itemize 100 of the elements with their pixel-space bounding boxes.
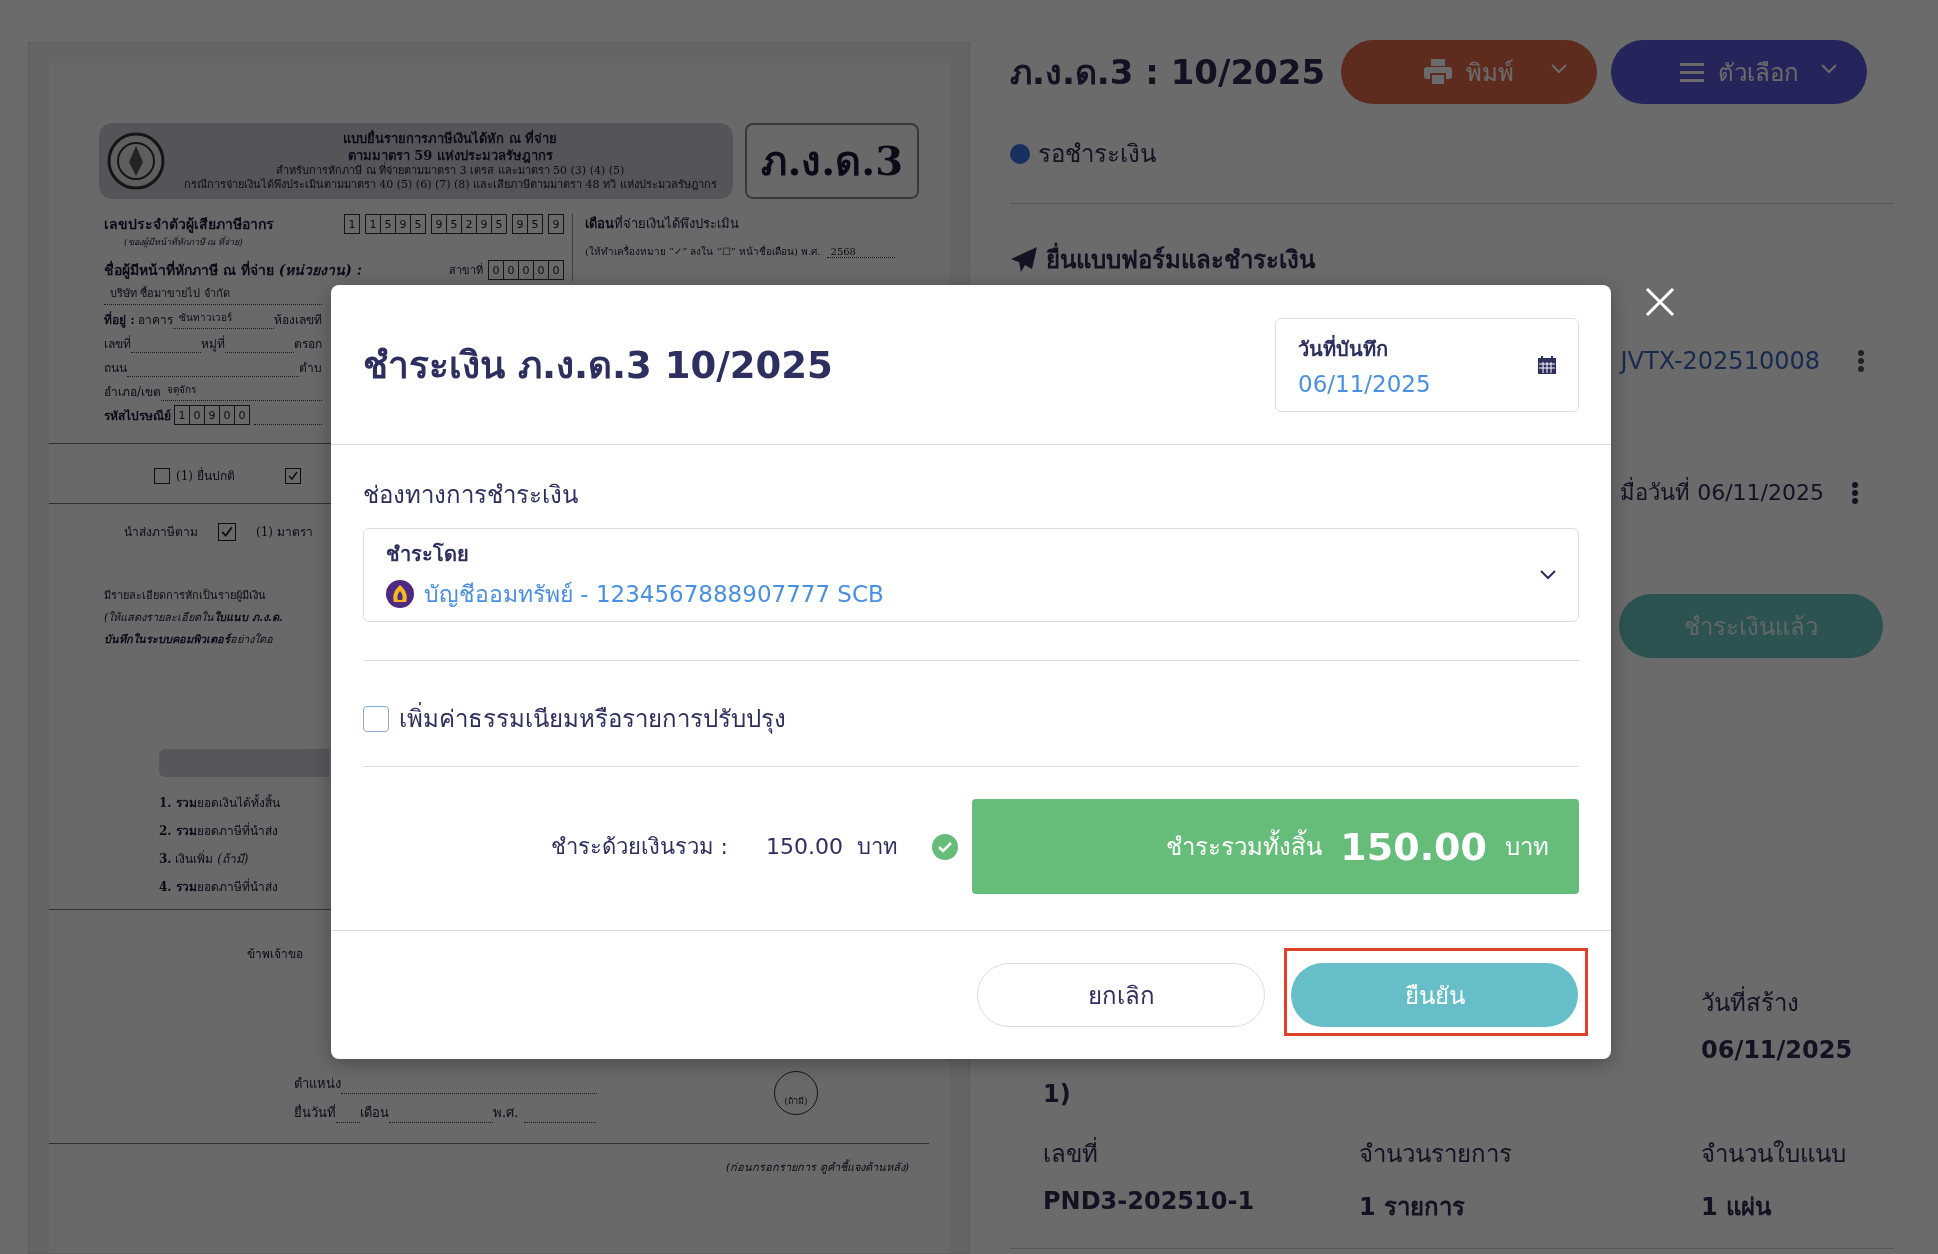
filed-date-label: ยื่นวันที่ [294, 1103, 336, 1122]
address-value: ซันทาวเวอร์ [173, 312, 274, 329]
paid-total-label: ชำระด้วยเงินรวม : [549, 833, 728, 861]
confirm-button[interactable]: ยืนยัน [1291, 963, 1578, 1027]
address-label: ตำบ [299, 360, 322, 377]
field-value: PND3-202510-1 [1043, 1187, 1256, 1215]
address-label: ตรอก [294, 336, 322, 353]
printer-icon [1424, 59, 1453, 85]
digit-field: 0 [488, 260, 504, 280]
details-text: มีรายละเอียดการหักเป็นรายผู้มีเงิน [104, 587, 266, 604]
payer-name: บริษัท ซื้อมาขายไป จำกัด [104, 288, 322, 305]
adjustment-checkbox[interactable] [363, 705, 389, 732]
paid-total-amount: 150.00 [766, 834, 843, 859]
options-button[interactable]: ตัวเลือก [1611, 40, 1868, 104]
digit-field: 0 [234, 405, 250, 425]
digit-field: 1 [174, 405, 190, 425]
digit-field: 1 [344, 214, 360, 234]
grand-total-amount: 150.00 [1340, 824, 1487, 869]
details-text: (ให้แสดงรายละเอียดในใบแนบ ภ.ง.ด. [104, 610, 283, 626]
chevron-down-icon [1821, 64, 1838, 74]
digit-field: 9 [548, 214, 564, 234]
address-label: ที่อยู่ : อาคาร [104, 310, 174, 329]
section-title: ยื่นแบบฟอร์มและชำระเงิน [1046, 240, 1315, 279]
digit-field: 5 [446, 214, 462, 234]
chevron-down-icon [1551, 64, 1568, 74]
form-footnote: (ก่อนกรอกรายการ ดูคำชี้แจงด้านหลัง) [725, 1161, 909, 1174]
summary-item: 2. รวมยอดภาษีที่นำส่ง [159, 824, 278, 838]
digit-field: 5 [491, 214, 507, 234]
adjustment-label: เพิ่มค่าธรรมเนียมหรือรายการปรับปรุง [399, 699, 786, 738]
address-value: จตุจักร [161, 384, 322, 401]
digit-field: 2 [461, 214, 477, 234]
text-fragment: 1) [1043, 1080, 1072, 1108]
print-button[interactable]: พิมพ์ [1341, 40, 1598, 104]
summary-item: 4. รวมยอดภาษีที่นำส่ง [159, 880, 278, 894]
digit-field: 0 [189, 405, 205, 425]
digit-field: 9 [512, 214, 528, 234]
calendar-icon [1538, 355, 1556, 374]
menu-icon [1679, 62, 1704, 82]
remit-option-label: (1) มาตรา [256, 524, 313, 541]
digit-field: 0 [533, 260, 549, 280]
close-icon[interactable] [1645, 287, 1675, 317]
address-label: ห้องเลขที [274, 312, 322, 329]
bank-logo-icon [386, 580, 414, 608]
field-value: 1 แผ่น [1701, 1192, 1773, 1223]
more-options-icon[interactable] [1858, 350, 1864, 372]
taxpayer-id-note: (ของผู้มีหน้าที่หักภาษี ณ ที่จ่าย) [123, 235, 244, 249]
declaration-text: ข้าพเจ้าขอ [247, 947, 303, 961]
year-field-label: พ.ศ. [493, 1104, 519, 1122]
reference-link[interactable]: JVTX-202510008 [1620, 347, 1820, 375]
position-label: ตำแหน่ง [294, 1075, 341, 1093]
field-label: เลขที่ [1043, 1134, 1359, 1173]
field-value: 1 รายการ [1359, 1192, 1467, 1223]
currency-unit: บาท [857, 833, 898, 861]
digit-field: 5 [527, 214, 543, 234]
digit-field: 9 [476, 214, 492, 234]
summary-item: 1. รวมยอดเงินได้ทั้งสิ้น [159, 796, 280, 810]
form-code: ภ.ง.ด.3 [745, 123, 919, 199]
chevron-down-icon [1540, 570, 1556, 580]
paper-plane-icon [1010, 245, 1038, 274]
month-note: (ให้ทำเครื่องหมาย “✓” ลงใน “☐” หน้าชื่อเดือน) พ.ศ. [585, 244, 821, 259]
digit-field: 9 [204, 405, 220, 425]
digit-field: 1 [365, 214, 381, 234]
form-header-text: กรณีการจ่ายเงินได้พึงประเมินตามมาตรา 40 (5) (6) (7) (8) และเสียภาษีตามมาตรา 48 ทวิ แห่งประมวลรัษฎากร [183, 178, 717, 192]
remit-label: นำส่งภาษีตาม [124, 524, 198, 541]
currency-unit: บาท [1505, 832, 1549, 863]
payment-method-dropdown[interactable]: ชำระโดย บัญชีออมทรัพย์ - 1234567888907777 SCB [363, 528, 1579, 622]
record-date-field[interactable]: วันที่บันทึก 06/11/2025 [1275, 317, 1579, 412]
field-label: จำนวนรายการ [1359, 1139, 1513, 1170]
digit-field: 0 [548, 260, 564, 280]
form-header-text: แบบยื่นรายการภาษีเงินได้หัก ณ ที่จ่าย [343, 130, 558, 147]
grand-total-label: ชำระรวมทั้งสิ้น [1166, 827, 1323, 866]
branch-label: สาขาที่ [449, 261, 483, 279]
page-title: ภ.ง.ด.3 : 10/2025 [1010, 51, 1326, 94]
digit-field: 0 [219, 405, 235, 425]
taxpayer-id-label: เลขประจำตัวผู้เสียภาษีอากร [104, 215, 274, 235]
form-header-text: ตามมาตรา 59 แห่งประมวลรัษฎากร [347, 147, 553, 163]
digit-field: 5 [380, 214, 396, 234]
address-label: ถนน [104, 360, 127, 377]
cancel-button[interactable]: ยกเลิก [977, 963, 1265, 1027]
month-label: เดือนที่จ่ายเงินได้พึงประเมิน [585, 214, 740, 233]
address-label: อำเภอ/เขต [104, 384, 162, 401]
month-field-label: เดือน [360, 1104, 389, 1122]
created-date-value: 06/11/2025 [1701, 1036, 1854, 1064]
payer-label: ชื่อผู้มีหน้าที่หักภาษี ณ ที่จ่าย (หน่วยงาน) : [104, 259, 362, 281]
more-options-icon[interactable] [1852, 481, 1858, 504]
address-label: หมู่ที่ [200, 334, 225, 353]
digit-field: 0 [518, 260, 534, 280]
created-date-label: วันที่สร้าง [1701, 983, 1894, 1022]
dialog-title: ชำระเงิน ภ.ง.ด.3 10/2025 [363, 343, 833, 389]
field-label: จำนวนใบแนบ [1701, 1139, 1847, 1170]
digit-field: 9 [431, 214, 447, 234]
digit-field: 5 [410, 214, 426, 234]
payment-channel-label: ช่องทางการชำระเงิน [363, 480, 579, 511]
address-label: เลขที่ [104, 334, 131, 353]
check-circle-icon [932, 833, 958, 860]
year-value: 2568 [826, 245, 895, 258]
details-text: บันทึกในระบบคอมพิวเตอร์อย่างใดอ [104, 632, 273, 648]
seal-emblem-icon [107, 132, 165, 190]
status-text: รอชำระเงิน [1038, 139, 1156, 170]
filing-option-label: (1) ยื่นปกติ [176, 466, 235, 485]
